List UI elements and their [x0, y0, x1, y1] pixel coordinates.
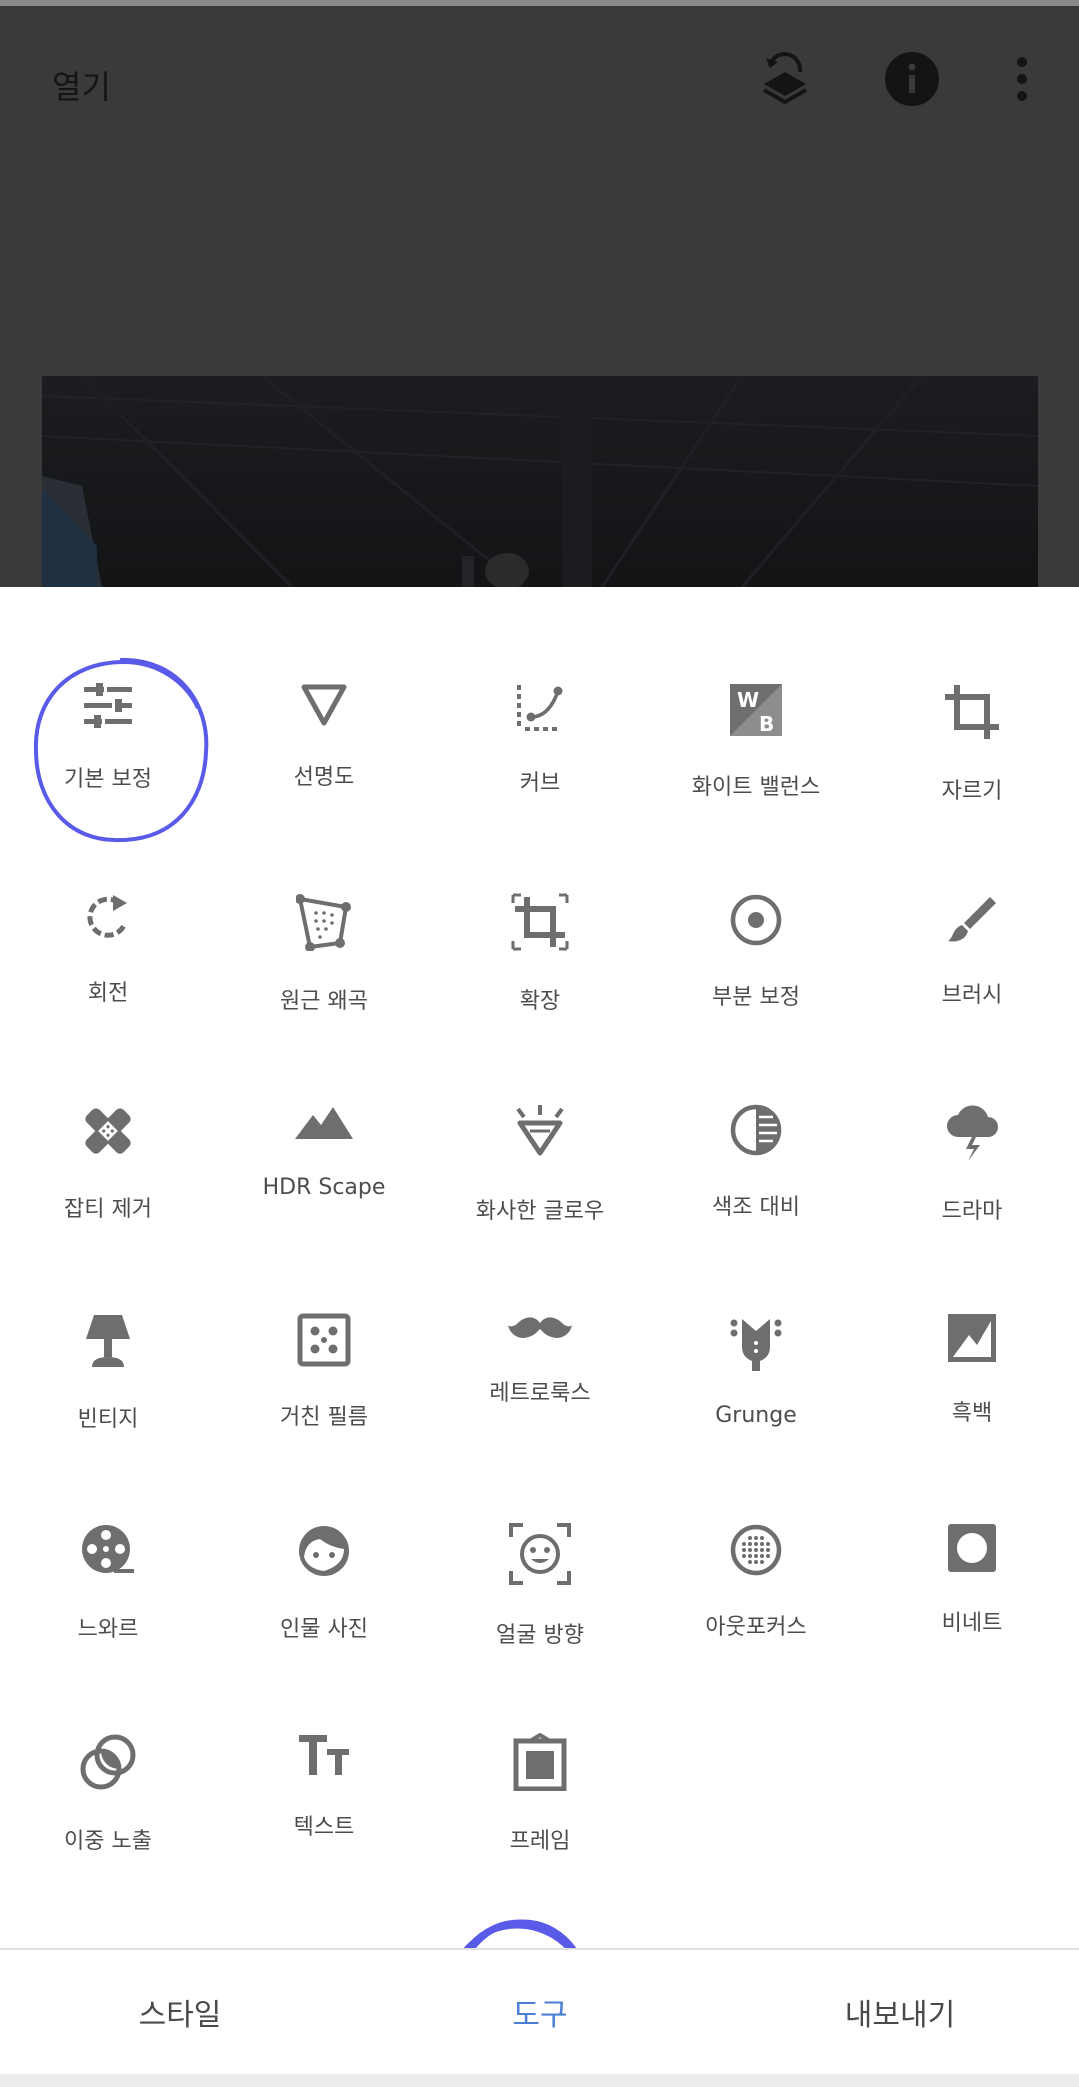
guitar-icon: [724, 1313, 788, 1371]
brush-icon: [940, 893, 1004, 945]
system-nav-strip: [0, 2074, 1079, 2087]
tool-lens-blur[interactable]: 아웃포커스: [648, 1427, 864, 1640]
mountain-icon: [292, 1103, 356, 1143]
double-exposure-icon: [76, 1733, 140, 1791]
tool-healing[interactable]: 잡티 제거: [0, 1007, 216, 1222]
tab-tools[interactable]: 도구: [450, 1950, 630, 2074]
tool-label: HDR Scape: [262, 1175, 386, 1200]
bottom-nav: 스타일 도구 내보내기: [0, 1950, 1079, 2074]
lamp-icon: [76, 1313, 140, 1369]
triangle-down-icon: [292, 683, 356, 727]
dice-icon: [292, 1313, 356, 1367]
healing-icon: [76, 1103, 140, 1159]
tool-basic-adjust[interactable]: 기본 보정: [0, 587, 216, 792]
tool-rotate[interactable]: 회전: [0, 797, 216, 1006]
layers-undo-icon[interactable]: [750, 44, 820, 114]
tool-text[interactable]: 텍스트: [216, 1637, 432, 1840]
tab-styles[interactable]: 스타일: [90, 1950, 270, 2074]
tool-perspective[interactable]: 원근 왜곡: [216, 797, 432, 1014]
tool-details[interactable]: 선명도: [216, 587, 432, 790]
mustache-icon: [508, 1313, 572, 1343]
tune-icon: [76, 683, 140, 729]
tool-label: 텍스트: [293, 1815, 355, 1840]
selective-icon: [724, 893, 788, 947]
tool-brush[interactable]: 브러시: [864, 797, 1079, 1008]
tool-portrait[interactable]: 인물 사진: [216, 1427, 432, 1642]
tool-curves[interactable]: 커브: [432, 587, 648, 796]
tool-noir[interactable]: 느와르: [0, 1427, 216, 1642]
tool-label: 아웃포커스: [705, 1615, 807, 1640]
tool-label: 브러시: [941, 983, 1003, 1008]
tool-grunge[interactable]: Grunge: [648, 1217, 864, 1428]
tool-retrolux[interactable]: 레트로룩스: [432, 1217, 648, 1406]
tool-glamour-glow[interactable]: 화사한 글로우: [432, 1007, 648, 1224]
tool-label: 프레임: [509, 1829, 571, 1854]
tool-frames[interactable]: 프레임: [432, 1637, 648, 1854]
crop-icon: [940, 683, 1004, 741]
diamond-glow-icon: [508, 1103, 572, 1161]
white-balance-icon: WB: [724, 683, 788, 737]
tool-vintage[interactable]: 빈티지: [0, 1217, 216, 1432]
storm-cloud-icon: [940, 1103, 1004, 1161]
expand-icon: [508, 893, 572, 951]
lens-blur-icon: [724, 1523, 788, 1577]
vignette-icon: [940, 1523, 1004, 1573]
curves-icon: [508, 683, 572, 733]
tool-head-pose[interactable]: 얼굴 방향: [432, 1427, 648, 1648]
tool-label: 이중 노출: [64, 1829, 152, 1854]
open-button[interactable]: 열기: [52, 62, 111, 108]
info-icon[interactable]: [877, 44, 947, 114]
top-app-bar: 열기: [0, 6, 1079, 156]
tab-export[interactable]: 내보내기: [810, 1950, 990, 2074]
tool-label: 커브: [519, 771, 561, 796]
tool-double-exposure[interactable]: 이중 노출: [0, 1637, 216, 1854]
tool-label: 레트로룩스: [489, 1381, 591, 1406]
face-icon: [292, 1523, 356, 1579]
tool-tonal-contrast[interactable]: 색조 대비: [648, 1007, 864, 1220]
tool-label: 기본 보정: [64, 767, 152, 792]
tools-panel: 기본 보정 선명도 커브 WB 화이트 밸런스 자르기 회전 원근 왜곡 확장 …: [0, 587, 1079, 1950]
editor-top-area: 열기: [0, 6, 1079, 587]
rotate-icon: [76, 893, 140, 943]
tool-label: 비네트: [941, 1611, 1003, 1636]
tool-label: 흑백: [951, 1401, 993, 1426]
tool-white-balance[interactable]: WB 화이트 밸런스: [648, 587, 864, 800]
frame-icon: [508, 1733, 572, 1791]
tool-selective[interactable]: 부분 보정: [648, 797, 864, 1010]
perspective-icon: [292, 893, 356, 951]
tool-label: 선명도: [293, 765, 355, 790]
tool-hdr-scape[interactable]: HDR Scape: [216, 1007, 432, 1200]
tool-vignette[interactable]: 비네트: [864, 1427, 1079, 1636]
black-white-icon: [940, 1313, 1004, 1363]
tool-label: Grunge: [715, 1403, 797, 1428]
more-vert-icon[interactable]: [987, 44, 1057, 114]
tool-crop[interactable]: 자르기: [864, 587, 1079, 804]
tool-black-white[interactable]: 흑백: [864, 1217, 1079, 1426]
tool-label: 회전: [87, 981, 129, 1006]
text-icon: [292, 1733, 356, 1777]
tool-drama[interactable]: 드라마: [864, 1007, 1079, 1224]
face-pose-icon: [508, 1523, 572, 1585]
film-reel-icon: [76, 1523, 140, 1579]
svg-text:B: B: [759, 712, 774, 736]
tool-grainy-film[interactable]: 거친 필름: [216, 1217, 432, 1430]
svg-text:W: W: [737, 688, 759, 712]
tool-expand[interactable]: 확장: [432, 797, 648, 1014]
tonal-contrast-icon: [724, 1103, 788, 1157]
photo-preview: [42, 376, 1038, 587]
